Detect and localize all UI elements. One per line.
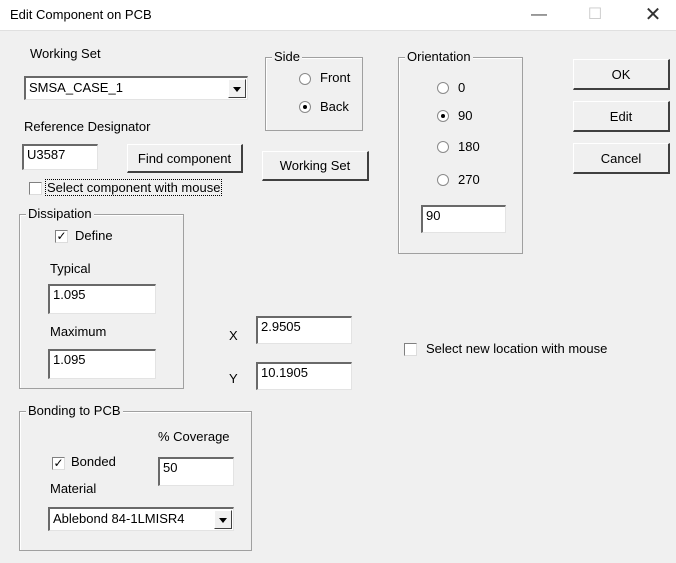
reference-designator-label: Reference Designator xyxy=(24,119,151,134)
orientation-input[interactable]: 90 xyxy=(421,205,506,233)
typical-label: Typical xyxy=(50,261,91,276)
material-label: Material xyxy=(50,481,97,496)
select-new-location-checkbox[interactable] xyxy=(404,343,417,356)
bonded-label: Bonded xyxy=(71,454,116,469)
select-new-location-label: Select new location with mouse xyxy=(426,341,608,356)
orientation-270-label: 270 xyxy=(458,172,480,187)
working-set-value: SMSA_CASE_1 xyxy=(29,80,123,95)
reference-designator-input[interactable]: U3587 xyxy=(22,144,98,170)
find-component-button[interactable]: Find component xyxy=(127,144,243,173)
side-group-title: Side xyxy=(272,49,303,64)
maximum-input[interactable]: 1.095 xyxy=(48,349,156,379)
orientation-0-radio[interactable] xyxy=(437,82,449,94)
cancel-button[interactable]: Cancel xyxy=(573,143,670,174)
orientation-group-title: Orientation xyxy=(405,49,473,64)
orientation-180-label: 180 xyxy=(458,139,480,154)
side-front-radio[interactable] xyxy=(299,73,311,85)
title-bar: Edit Component on PCB — ☐ ✕ xyxy=(0,0,676,31)
maximum-label: Maximum xyxy=(50,324,107,339)
define-checkbox[interactable]: ✓ xyxy=(55,230,68,243)
y-label: Y xyxy=(229,371,238,386)
ok-button[interactable]: OK xyxy=(573,59,670,90)
working-set-dropdown-button[interactable] xyxy=(228,79,246,98)
select-component-mouse-checkbox[interactable] xyxy=(29,182,42,195)
edit-button[interactable]: Edit xyxy=(573,101,670,132)
bonding-group-title: Bonding to PCB xyxy=(26,403,123,418)
material-value: Ablebond 84-1LMISR4 xyxy=(53,511,185,526)
material-select[interactable]: Ablebond 84-1LMISR4 xyxy=(48,507,234,531)
orientation-180-radio[interactable] xyxy=(437,141,449,153)
working-set-button[interactable]: Working Set xyxy=(262,151,369,181)
side-front-label: Front xyxy=(320,70,351,85)
orientation-90-label: 90 xyxy=(458,108,473,123)
minimize-icon[interactable]: — xyxy=(516,0,562,30)
coverage-label: % Coverage xyxy=(158,429,230,444)
coverage-input[interactable]: 50 xyxy=(158,457,234,486)
side-back-radio[interactable] xyxy=(299,101,311,113)
bonded-checkbox[interactable]: ✓ xyxy=(52,457,65,470)
orientation-0-label: 0 xyxy=(458,80,466,95)
side-group: Side xyxy=(265,49,363,131)
x-label: X xyxy=(229,328,238,343)
x-input[interactable]: 2.9505 xyxy=(256,316,352,344)
dissipation-group-title: Dissipation xyxy=(26,206,94,221)
window-title: Edit Component on PCB xyxy=(10,7,152,22)
y-input[interactable]: 10.1905 xyxy=(256,362,352,390)
side-back-label: Back xyxy=(320,99,349,114)
maximize-icon[interactable]: ☐ xyxy=(572,0,618,30)
chevron-down-icon xyxy=(219,518,227,523)
close-icon[interactable]: ✕ xyxy=(630,0,676,30)
define-label: Define xyxy=(75,228,113,243)
material-dropdown-button[interactable] xyxy=(214,510,232,529)
chevron-down-icon xyxy=(233,87,241,92)
orientation-270-radio[interactable] xyxy=(437,174,449,186)
typical-input[interactable]: 1.095 xyxy=(48,284,156,314)
select-component-mouse-label: Select component with mouse xyxy=(45,179,223,196)
working-set-label: Working Set xyxy=(30,46,101,61)
orientation-90-radio[interactable] xyxy=(437,110,449,122)
working-set-select[interactable]: SMSA_CASE_1 xyxy=(24,76,248,100)
